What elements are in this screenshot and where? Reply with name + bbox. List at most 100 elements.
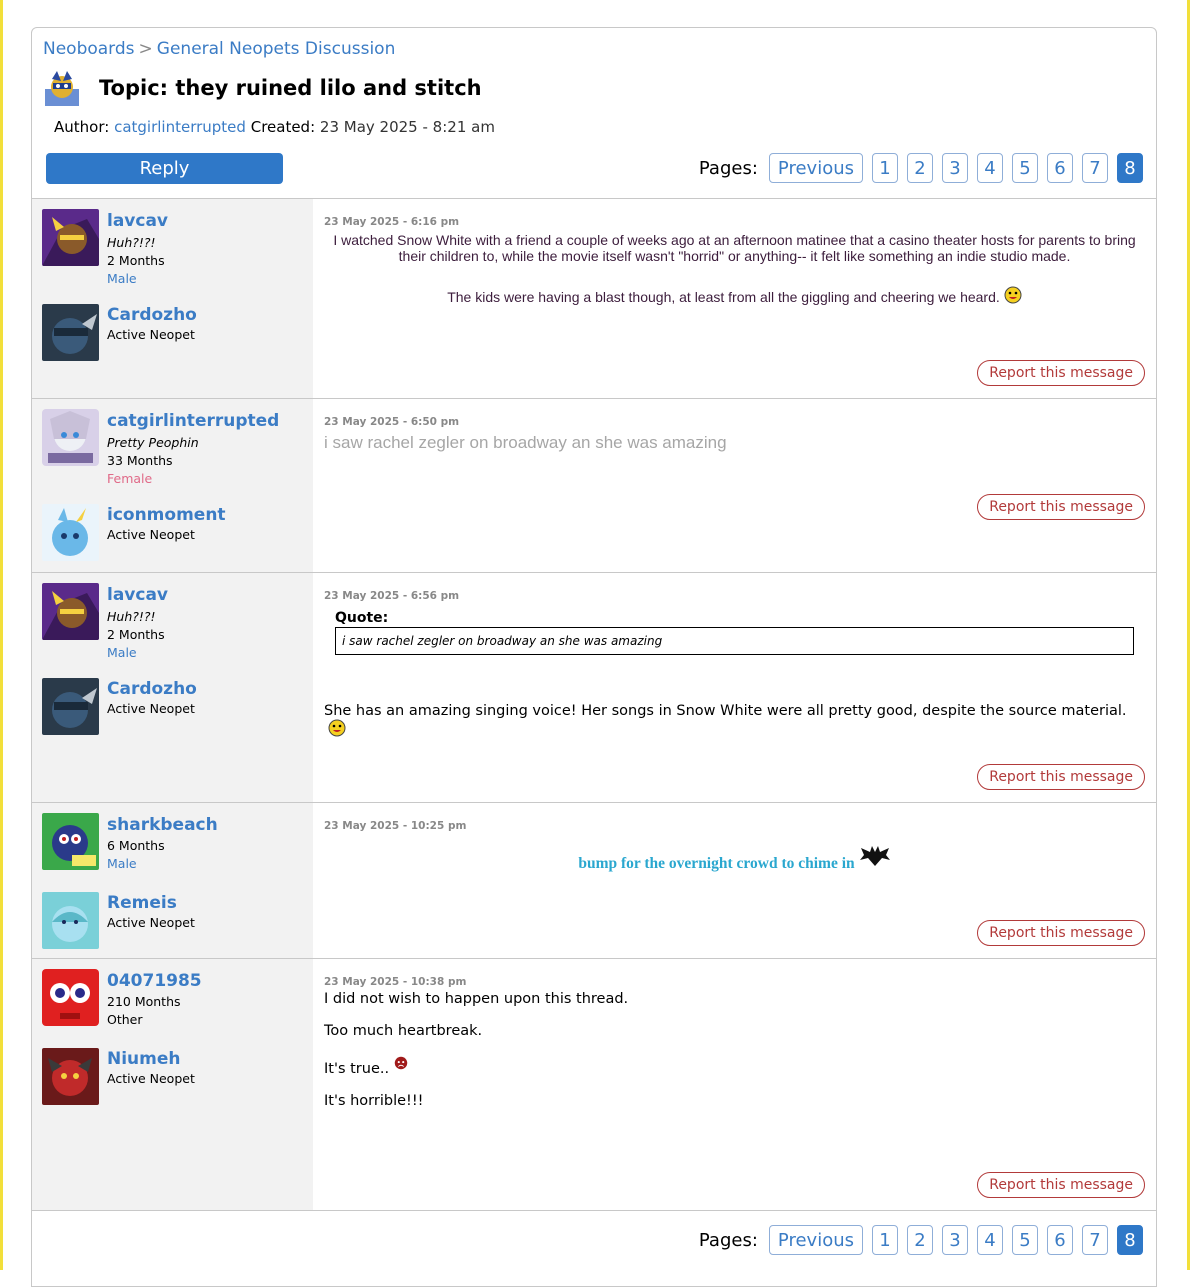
post-date: 23 May 2025 - 6:56 pm xyxy=(324,590,460,602)
pages-label: Pages: xyxy=(698,157,758,179)
neoboard-container: Neoboards > General Neopets Discussion Top… xyxy=(31,27,1157,1287)
username-link[interactable]: catgirlinterrupted xyxy=(107,409,279,433)
pet-status: Active Neopet xyxy=(107,527,195,542)
post-message: I did not wish to happen upon this threa… xyxy=(324,991,1145,1109)
post-body: 23 May 2025 - 6:50 pm i saw rachel zegle… xyxy=(313,399,1156,572)
pet-name-link[interactable]: Niumeh xyxy=(107,1048,195,1070)
user-avatar[interactable] xyxy=(42,813,99,870)
user-info: catgirlinterrupted Pretty Peophin 33 Mon… xyxy=(42,409,313,488)
username-link[interactable]: lavcav xyxy=(107,583,168,607)
pet-status: Active Neopet xyxy=(107,915,195,930)
username-link[interactable]: sharkbeach xyxy=(107,813,218,837)
post-message-line-wrap: The kids were having a blast though, at … xyxy=(324,286,1145,305)
pagination-bottom: Pages: Previous 1 2 3 4 5 6 7 8 xyxy=(699,1225,1143,1255)
topic-header: Neoboards > General Neopets Discussion Top… xyxy=(32,28,1156,199)
pet-name-link[interactable]: Cardozho xyxy=(107,304,197,326)
user-gender: Male xyxy=(107,645,137,660)
post: sharkbeach 6 Months Male Remeis Active N… xyxy=(32,803,1156,959)
user-title: Pretty Peophin xyxy=(107,435,199,450)
post-body: 23 May 2025 - 6:56 pm Quote: i saw rache… xyxy=(313,573,1156,802)
report-message-button[interactable]: Report this message xyxy=(977,494,1145,520)
active-pet: iconmoment Active Neopet xyxy=(42,504,313,561)
post-message: I watched Snow White with a friend a cou… xyxy=(324,232,1145,305)
page-7-button[interactable]: 7 xyxy=(1082,153,1108,183)
page-6-button[interactable]: 6 xyxy=(1047,153,1073,183)
pet-status: Active Neopet xyxy=(107,1071,195,1086)
page-3-button[interactable]: 3 xyxy=(942,153,968,183)
pet-name-link[interactable]: Cardozho xyxy=(107,678,197,700)
user-info: sharkbeach 6 Months Male xyxy=(42,813,313,873)
post-author-panel: 04071985 210 Months Other Niumeh Active … xyxy=(32,959,313,1210)
topic-meta: Author: catgirlinterrupted Created: 23 M… xyxy=(54,118,1145,136)
pet-avatar[interactable] xyxy=(42,504,99,561)
user-avatar[interactable] xyxy=(42,209,99,266)
pagination-top: Pages: Previous 1 2 3 4 5 6 7 8 xyxy=(699,153,1143,183)
report-message-button[interactable]: Report this message xyxy=(977,920,1145,946)
post-message-line: It's true.. xyxy=(324,1061,390,1077)
page-1-button[interactable]: 1 xyxy=(872,1225,898,1255)
grin-smiley-icon xyxy=(1004,286,1022,304)
username-link[interactable]: 04071985 xyxy=(107,969,202,993)
active-pet: Cardozho Active Neopet xyxy=(42,304,313,361)
quote-label: Quote: xyxy=(335,610,389,626)
breadcrumb: Neoboards > General Neopets Discussion xyxy=(43,38,1145,60)
user-gender: Other xyxy=(107,1012,143,1027)
pet-avatar[interactable] xyxy=(42,678,99,735)
post-date: 23 May 2025 - 10:25 pm xyxy=(324,820,467,832)
reply-button[interactable]: Reply xyxy=(46,153,283,184)
pet-avatar[interactable] xyxy=(42,304,99,361)
page-5-button[interactable]: 5 xyxy=(1012,1225,1038,1255)
page-6-button[interactable]: 6 xyxy=(1047,1225,1073,1255)
page-7-button[interactable]: 7 xyxy=(1082,1225,1108,1255)
user-gender: Male xyxy=(107,271,137,286)
topic-author-link[interactable]: catgirlinterrupted xyxy=(114,118,246,136)
page-title: Topic: they ruined lilo and stitch xyxy=(99,76,482,100)
page-2-button[interactable]: 2 xyxy=(907,1225,933,1255)
user-avatar[interactable] xyxy=(42,969,99,1026)
bat-icon xyxy=(859,846,890,866)
post-message-line: I did not wish to happen upon this threa… xyxy=(324,991,629,1007)
page-4-button[interactable]: 4 xyxy=(977,1225,1003,1255)
previous-page-button[interactable]: Previous xyxy=(768,153,863,183)
pet-avatar[interactable] xyxy=(42,892,99,949)
pet-avatar[interactable] xyxy=(42,1048,99,1105)
page-1-button[interactable]: 1 xyxy=(872,153,898,183)
active-pet: Cardozho Active Neopet xyxy=(42,678,313,735)
user-age: 33 Months xyxy=(107,453,173,468)
post: lavcav Huh?!?! 2 Months Male Cardozho Ac… xyxy=(32,573,1156,803)
page-4-button[interactable]: 4 xyxy=(977,153,1003,183)
page-3-button[interactable]: 3 xyxy=(942,1225,968,1255)
page-8-button-current[interactable]: 8 xyxy=(1117,1225,1143,1255)
created-label: Created: xyxy=(250,118,316,136)
post-body: 23 May 2025 - 10:38 pm I did not wish to… xyxy=(313,959,1156,1210)
page-8-button-current[interactable]: 8 xyxy=(1117,153,1143,183)
breadcrumb-board-link[interactable]: General Neopets Discussion xyxy=(157,39,396,59)
user-title: Huh?!?! xyxy=(107,609,156,624)
breadcrumb-neoboards-link[interactable]: Neoboards xyxy=(43,39,135,59)
active-pet: Niumeh Active Neopet xyxy=(42,1048,313,1105)
quote-box: i saw rachel zegler on broadway an she w… xyxy=(335,627,1134,655)
post-message: i saw rachel zegler on broadway an she w… xyxy=(324,433,727,452)
user-avatar[interactable] xyxy=(42,583,99,640)
page-5-button[interactable]: 5 xyxy=(1012,153,1038,183)
post-message-line: She has an amazing singing voice! Her so… xyxy=(324,703,1127,719)
post-date: 23 May 2025 - 6:50 pm xyxy=(324,416,460,428)
page-2-button[interactable]: 2 xyxy=(907,153,933,183)
report-message-button[interactable]: Report this message xyxy=(977,360,1145,386)
pages-label: Pages: xyxy=(698,1229,758,1251)
post-message-line: The kids were having a blast though, at … xyxy=(447,289,1000,305)
grin-smiley-icon xyxy=(328,719,346,737)
post-date: 23 May 2025 - 6:16 pm xyxy=(324,216,460,228)
post-author-panel: lavcav Huh?!?! 2 Months Male Cardozho Ac… xyxy=(32,199,313,398)
user-info: lavcav Huh?!?! 2 Months Male xyxy=(42,583,313,662)
pet-name-link[interactable]: Remeis xyxy=(107,892,195,914)
report-message-button[interactable]: Report this message xyxy=(977,764,1145,790)
user-age: 2 Months xyxy=(107,627,165,642)
active-pet: Remeis Active Neopet xyxy=(42,892,313,949)
pet-name-link[interactable]: iconmoment xyxy=(107,504,226,526)
username-link[interactable]: lavcav xyxy=(107,209,168,233)
previous-page-button[interactable]: Previous xyxy=(768,1225,863,1255)
author-label: Author: xyxy=(54,118,110,136)
user-avatar[interactable] xyxy=(42,409,99,466)
report-message-button[interactable]: Report this message xyxy=(977,1172,1145,1198)
